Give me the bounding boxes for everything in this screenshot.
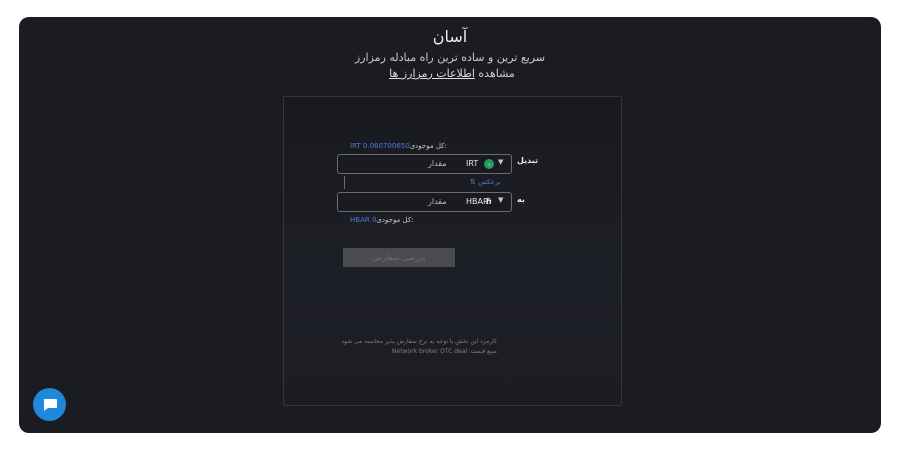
chevron-down-icon[interactable]: ▼ xyxy=(498,158,503,166)
reverse-button[interactable]: ⇅ برعکس xyxy=(470,178,501,186)
to-label: به xyxy=(517,195,525,204)
from-coin-label[interactable]: IRT xyxy=(466,159,478,168)
irt-coin-icon: ﷼ xyxy=(484,159,494,169)
review-order-button[interactable]: بررسی سفارش xyxy=(343,248,455,267)
from-amount-field[interactable]: مقدار IRT ﷼ ▼ xyxy=(337,154,512,174)
crypto-info-link[interactable]: اطلاعات رمزارز ها xyxy=(389,67,475,80)
from-label: تبدیل xyxy=(517,156,539,165)
page-title: آسان xyxy=(432,27,468,46)
fee-note: کارمزد این بخش با توجه به نرخ سفارش پذیر… xyxy=(337,337,497,357)
swap-page: آسان سریع ترین و ساده ترین راه مبادله رم… xyxy=(19,17,881,433)
to-balance-value[interactable]: HBAR 0 xyxy=(350,216,376,224)
swap-panel: IRT 0.060700650کل موجودی: مقدار IRT ﷼ ▼ … xyxy=(283,96,622,406)
chevron-down-icon[interactable]: ▼ xyxy=(498,196,503,204)
to-balance-label: کل موجودی: xyxy=(376,216,414,224)
from-balance-value[interactable]: IRT 0.060700650 xyxy=(350,142,410,150)
to-balance: HBAR 0کل موجودی: xyxy=(350,216,414,224)
chat-button[interactable] xyxy=(33,388,66,421)
from-balance: IRT 0.060700650کل موجودی: xyxy=(350,142,447,150)
price-source: منبع قیمت: Network broker OTC deal xyxy=(392,348,497,355)
fee-line: کارمزد این بخش با توجه به نرخ سفارش پذیر… xyxy=(341,338,497,345)
hbar-coin-icon: ℏ xyxy=(486,197,492,206)
chat-bubble-icon xyxy=(43,398,57,411)
from-amount-input[interactable]: مقدار xyxy=(428,159,447,168)
info-line: مشاهده اطلاعات رمزارز ها xyxy=(19,67,881,80)
page-subtitle: سریع ترین و ساده ترین راه مبادله رمزارز xyxy=(354,51,546,64)
from-balance-label: کل موجودی: xyxy=(409,142,447,150)
to-amount-field[interactable]: مقدار HBAR ℏ ▼ xyxy=(337,192,512,212)
info-prefix: مشاهده xyxy=(478,67,515,80)
to-amount-input[interactable]: مقدار xyxy=(428,197,447,206)
connector-line xyxy=(344,176,345,189)
